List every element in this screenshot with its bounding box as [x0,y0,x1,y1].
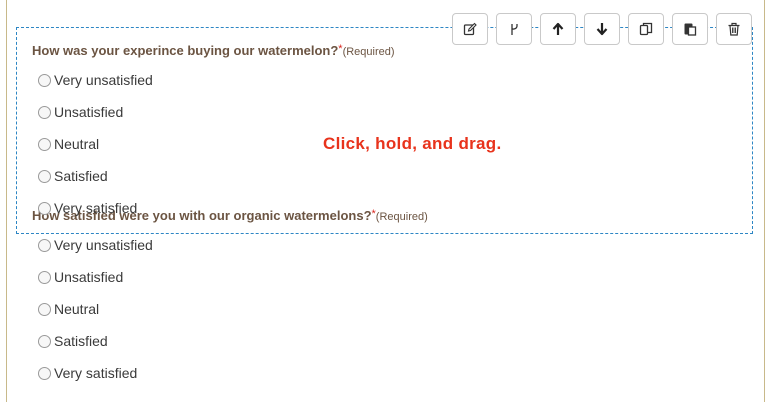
radio-option[interactable]: Neutral [38,300,99,318]
branch-icon [511,24,518,35]
delete-button[interactable] [716,13,752,45]
radio-option[interactable]: Very unsatisfied [38,236,153,254]
arrow-down-icon [596,23,608,36]
radio-button[interactable] [38,334,51,348]
duplicate-button[interactable] [628,13,664,45]
selected-question-outline[interactable] [16,27,753,234]
edit-icon [463,22,477,36]
radio-option[interactable]: Satisfied [38,332,108,350]
drag-hint: Click, hold, and drag. [323,134,502,153]
paste-button[interactable] [672,13,708,45]
edit-button[interactable] [452,13,488,45]
branch-button[interactable] [496,13,532,45]
radio-option[interactable]: Unsatisfied [38,268,123,286]
trash-icon [728,22,740,36]
paste-icon [684,23,697,36]
radio-button[interactable] [38,366,51,380]
radio-button[interactable] [38,302,51,316]
move-down-button[interactable] [584,13,620,45]
move-up-button[interactable] [540,13,576,45]
arrow-up-icon [552,22,564,35]
duplicate-icon [639,22,653,36]
radio-option[interactable]: Very satisfied [38,364,137,382]
question-toolbar [452,13,752,45]
radio-button[interactable] [38,238,51,252]
radio-button[interactable] [38,270,51,284]
